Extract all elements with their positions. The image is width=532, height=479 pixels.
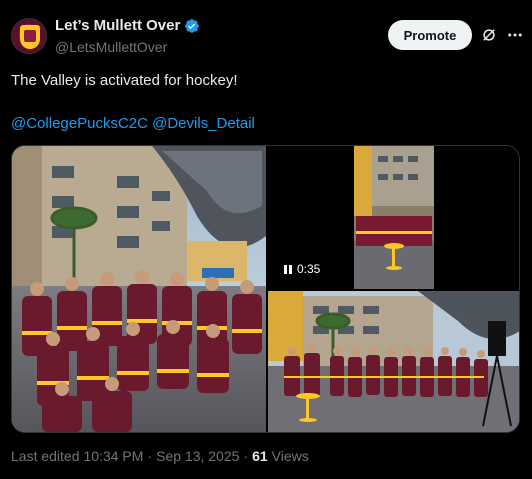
separator-dot: · — [147, 448, 153, 464]
post-footer: Last edited 10:34 PM · Sep 13, 2025 · 61… — [11, 448, 309, 464]
photo-team-group[interactable] — [12, 146, 266, 432]
more-icon[interactable] — [506, 26, 524, 44]
post-header: Let’s Mullett Over @LetsMullettOver Prom… — [11, 14, 524, 58]
views-count: 61 — [252, 448, 268, 464]
media-grid: 0:35 — [11, 145, 520, 433]
post-date[interactable]: Sep 13, 2025 — [156, 448, 239, 464]
team-photo-image — [12, 146, 266, 432]
edited-label[interactable]: Last edited — [11, 448, 80, 464]
lineup-photo-image — [268, 291, 519, 432]
photo-team-lineup[interactable] — [268, 291, 519, 432]
promote-button[interactable]: Promote — [388, 20, 472, 50]
display-name[interactable]: Let’s Mullett Over — [55, 17, 180, 34]
post-mentions: @CollegePucksC2C @Devils_Detail — [11, 114, 255, 133]
video-duration-badge: 0:35 — [278, 260, 327, 278]
post-text: The Valley is activated for hockey! — [11, 72, 238, 89]
pause-icon[interactable] — [284, 264, 292, 274]
avatar[interactable] — [11, 18, 47, 54]
shield-icon — [20, 25, 40, 49]
views-label: Views — [271, 448, 309, 464]
mention-link[interactable]: @CollegePucksC2C — [11, 115, 148, 132]
video-duration: 0:35 — [297, 262, 321, 276]
handle[interactable]: @LetsMullettOver — [55, 39, 167, 55]
post-time[interactable]: 10:34 PM — [84, 448, 144, 464]
mention-link[interactable]: @Devils_Detail — [152, 115, 255, 132]
video-player[interactable]: 0:35 — [268, 146, 519, 289]
verified-badge-icon — [185, 18, 200, 33]
name-row: Let’s Mullett Over — [55, 17, 200, 34]
grok-icon[interactable] — [480, 26, 498, 44]
separator-dot: · — [243, 448, 249, 464]
